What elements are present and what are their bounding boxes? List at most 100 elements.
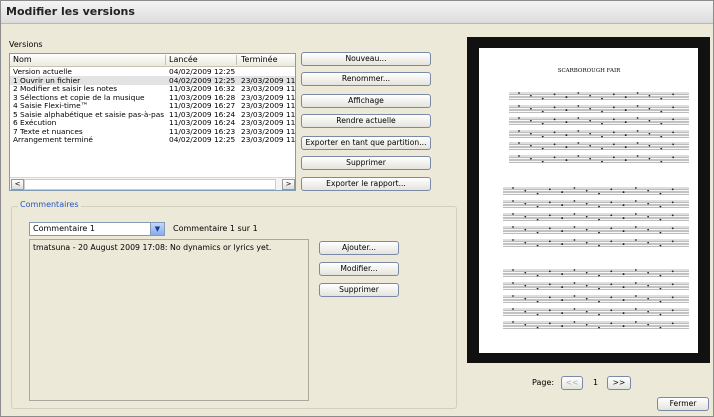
note-mark [601,97,603,100]
note-mark [585,284,588,287]
note-mark [647,228,650,231]
note-mark [610,309,613,312]
exporter-partition-button[interactable]: Exporter en tant que partition... [301,136,431,150]
note-mark [622,230,625,233]
comment-select[interactable]: Commentaire 1 ▼ [29,222,165,236]
note-mark [634,226,637,228]
note-mark [647,202,650,205]
next-page-button[interactable]: >> [607,376,631,390]
note-mark [672,93,675,96]
note-mark [610,240,613,243]
note-mark [612,118,615,121]
note-mark [561,312,564,315]
note-mark [512,321,514,323]
horizontal-scrollbar[interactable]: < > [10,177,295,190]
column-header-lancee[interactable]: Lancée [169,55,198,64]
note-mark [561,325,564,328]
column-header-nom[interactable]: Nom [13,55,32,64]
note-mark [659,300,662,303]
fermer-button[interactable]: Fermer [657,397,709,411]
note-mark [660,97,663,100]
note-mark [536,300,539,303]
versions-list-header: Nom Lancée Terminée [10,54,295,67]
note-mark [634,213,637,215]
note-mark [524,271,527,274]
scroll-left-arrow[interactable]: < [11,179,24,190]
note-mark [671,322,674,325]
affichage-button[interactable]: Affichage [301,94,431,108]
note-mark [610,214,613,217]
version-row[interactable]: Arrangement terminé 04/02/2009 12:25 23/03… [10,135,295,144]
note-mark [612,93,615,96]
note-mark [624,109,627,112]
scroll-right-arrow[interactable]: > [282,179,295,190]
note-mark [529,132,532,135]
note-mark [671,214,674,217]
note-mark [660,110,663,113]
note-mark [541,122,544,125]
supprimer-comment-button[interactable]: Supprimer [319,283,399,297]
note-mark [671,227,674,230]
note-mark [659,274,662,277]
note-mark [636,155,639,157]
prev-page-button[interactable]: << [561,376,583,390]
note-mark [648,144,651,147]
note-mark [634,200,637,202]
scroll-thumb[interactable] [24,179,276,190]
window-title: Modifier les versions [6,5,135,18]
note-mark [659,218,662,221]
note-mark [601,122,603,125]
note-mark [636,130,639,132]
note-mark [622,312,625,315]
note-mark [536,218,539,221]
note-mark [565,159,568,162]
modifier-versions-dialog: Modifier les versions Versions Nom Lancé… [0,0,714,417]
note-mark [647,284,650,287]
note-mark [548,309,551,312]
note-mark [548,214,551,217]
nouveau-button[interactable]: Nouveau... [301,52,431,66]
note-mark [524,202,527,205]
note-mark [647,189,650,192]
comment-text-area[interactable]: tmatsuna - 20 August 2009 17:08: No dyna… [29,239,309,401]
note-mark [548,270,551,273]
note-mark [553,118,556,121]
note-mark [585,202,588,205]
versions-list[interactable]: Nom Lancée Terminée Version actuelle 04/0… [9,53,296,191]
ajouter-comment-button[interactable]: Ajouter... [319,241,399,255]
supprimer-version-button[interactable]: Supprimer [301,156,431,170]
note-mark [518,130,520,132]
renommer-button[interactable]: Renommer... [301,72,431,86]
note-mark [634,308,637,310]
note-mark [585,189,588,192]
note-mark [671,188,674,191]
note-mark [610,227,613,230]
note-mark [585,310,588,313]
note-mark [634,282,637,284]
exporter-rapport-button[interactable]: Exporter le rapport... [301,177,431,191]
note-mark [672,131,675,134]
note-mark [648,157,651,160]
note-mark [622,204,625,207]
modifier-comment-button[interactable]: Modifier... [319,262,399,276]
chevron-down-icon[interactable]: ▼ [150,223,164,235]
column-header-terminee[interactable]: Terminée [241,55,278,64]
note-mark [589,144,592,147]
note-mark [660,122,663,125]
note-mark [548,322,551,325]
page-number: 1 [593,378,599,387]
comment-select-value: Commentaire 1 [33,224,95,233]
version-finished: 23/03/2009 11: [241,135,295,144]
note-mark [573,200,576,202]
note-mark [598,274,600,277]
note-mark [659,205,662,208]
note-mark [536,231,539,234]
note-mark [512,200,514,202]
rendre-actuelle-button[interactable]: Rendre actuelle [301,114,431,128]
note-mark [536,205,539,208]
note-mark [672,118,675,121]
page-label: Page: [532,378,555,387]
note-mark [672,106,675,109]
note-mark [524,228,527,231]
note-mark [585,215,588,218]
